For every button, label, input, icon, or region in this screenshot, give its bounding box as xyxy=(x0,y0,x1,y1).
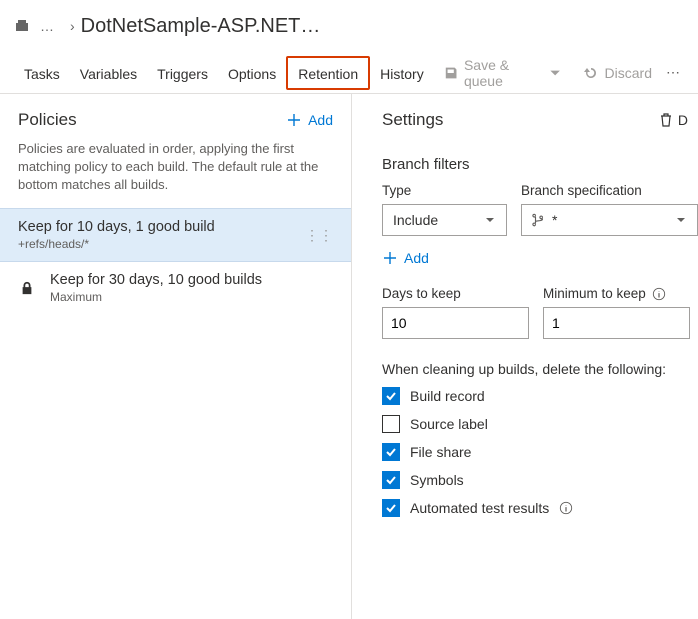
checkbox-source-label[interactable] xyxy=(382,415,400,433)
label-symbols: Symbols xyxy=(410,472,464,488)
page-title[interactable]: DotNetSample-ASP.NET… xyxy=(81,15,321,38)
tab-tasks[interactable]: Tasks xyxy=(14,56,70,90)
days-input[interactable] xyxy=(382,307,529,339)
trash-icon xyxy=(658,112,674,128)
chevron-down-icon xyxy=(675,214,687,226)
branch-icon xyxy=(532,213,546,227)
overflow-icon[interactable]: ⋯ xyxy=(662,64,684,81)
lock-icon xyxy=(18,281,36,295)
policy-item-default[interactable]: Keep for 30 days, 10 good builds Maximum xyxy=(0,262,351,314)
checkbox-symbols[interactable] xyxy=(382,471,400,489)
policies-heading: Policies xyxy=(18,110,77,130)
tab-bar: Tasks Variables Triggers Options Retenti… xyxy=(0,52,698,94)
minimum-label: Minimum to keep xyxy=(543,286,690,301)
add-policy-button[interactable]: Add xyxy=(286,112,333,128)
save-queue-button: Save & queue xyxy=(434,57,573,89)
settings-heading: Settings xyxy=(382,110,443,130)
branch-spec-select[interactable]: * xyxy=(521,204,698,236)
undo-icon xyxy=(583,65,599,81)
project-icon xyxy=(14,18,30,34)
info-icon[interactable] xyxy=(559,501,573,515)
tab-variables[interactable]: Variables xyxy=(70,56,147,90)
drag-handle-icon[interactable]: ⋮⋮ xyxy=(305,227,333,244)
add-branch-filter-button[interactable]: Add xyxy=(382,250,698,266)
delete-button[interactable]: D xyxy=(658,112,688,128)
policy-subtitle: +refs/heads/* xyxy=(18,237,291,251)
policies-description: Policies are evaluated in order, applyin… xyxy=(0,134,351,208)
more-icon[interactable]: … xyxy=(40,18,54,34)
chevron-down-icon xyxy=(548,65,562,81)
tab-history[interactable]: History xyxy=(370,56,434,90)
breadcrumb: … › DotNetSample-ASP.NET… xyxy=(0,0,698,46)
cleanup-heading: When cleaning up builds, delete the foll… xyxy=(382,361,698,377)
checkbox-build-record[interactable] xyxy=(382,387,400,405)
type-select[interactable]: Include xyxy=(382,204,507,236)
discard-button: Discard xyxy=(573,65,662,81)
save-icon xyxy=(444,65,458,81)
chevron-right-icon: › xyxy=(70,18,75,34)
policy-title: Keep for 30 days, 10 good builds xyxy=(50,272,333,288)
checkbox-file-share[interactable] xyxy=(382,443,400,461)
chevron-down-icon xyxy=(484,214,496,226)
policy-title: Keep for 10 days, 1 good build xyxy=(18,219,291,235)
checkbox-automated[interactable] xyxy=(382,499,400,517)
label-file-share: File share xyxy=(410,444,471,460)
policies-pane: Policies Add Policies are evaluated in o… xyxy=(0,94,352,619)
label-source-label: Source label xyxy=(410,416,488,432)
branch-spec-label: Branch specification xyxy=(521,183,698,198)
tab-retention[interactable]: Retention xyxy=(286,56,370,90)
tab-triggers[interactable]: Triggers xyxy=(147,56,218,90)
settings-pane: Settings D Branch filters Type Include B… xyxy=(352,94,698,619)
tab-options[interactable]: Options xyxy=(218,56,286,90)
type-label: Type xyxy=(382,183,507,198)
info-icon[interactable] xyxy=(652,287,666,301)
label-automated: Automated test results xyxy=(410,500,549,516)
policy-item-selected[interactable]: Keep for 10 days, 1 good build +refs/hea… xyxy=(0,208,351,262)
plus-icon xyxy=(286,112,302,128)
minimum-input[interactable] xyxy=(543,307,690,339)
branch-filters-heading: Branch filters xyxy=(382,156,698,173)
label-build-record: Build record xyxy=(410,388,485,404)
days-label: Days to keep xyxy=(382,286,529,301)
policy-subtitle: Maximum xyxy=(50,290,333,304)
plus-icon xyxy=(382,250,398,266)
